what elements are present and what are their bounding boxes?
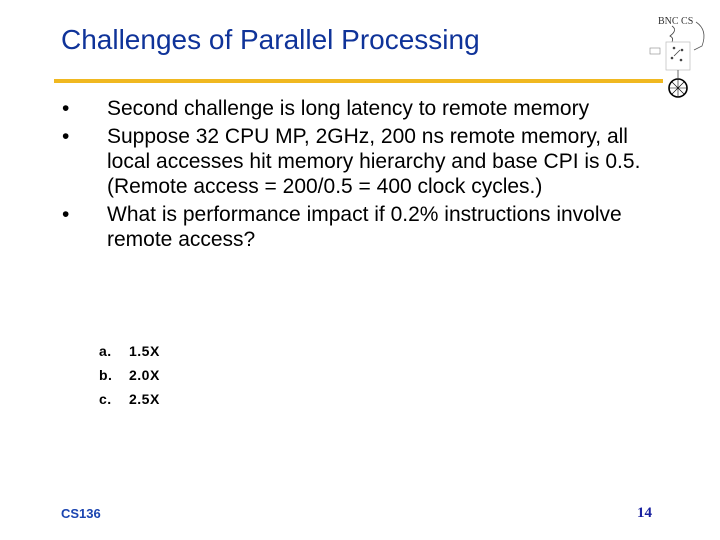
bullet-item: • Second challenge is long latency to re… xyxy=(60,96,680,121)
bullet-marker: • xyxy=(62,125,70,148)
option-letter: b. xyxy=(99,367,113,383)
bullet-text: What is performance impact if 0.2% instr… xyxy=(107,203,622,251)
option-text: 2.5X xyxy=(129,391,160,407)
title-divider xyxy=(54,79,663,83)
option-text: 1.5X xyxy=(129,343,160,359)
option-text: 2.0X xyxy=(129,367,160,383)
option-letter: c. xyxy=(99,391,112,407)
answer-option: a. 1.5X xyxy=(99,339,160,363)
slide-title: Challenges of Parallel Processing xyxy=(61,24,480,55)
answer-option: b. 2.0X xyxy=(99,363,160,387)
option-letter: a. xyxy=(99,343,112,359)
answer-option: c. 2.5X xyxy=(99,387,160,411)
bullet-text: Suppose 32 CPU MP, 2GHz, 200 ns remote m… xyxy=(107,125,641,198)
answer-options: a. 1.5X b. 2.0X c. 2.5X xyxy=(99,339,160,411)
bullet-text: Second challenge is long latency to remo… xyxy=(107,97,590,120)
logo-text: BNC CS xyxy=(658,16,693,27)
bullet-list: • Second challenge is long latency to re… xyxy=(60,96,680,255)
bnc-cs-logo-icon: BNC CS xyxy=(649,16,705,98)
bullet-marker: • xyxy=(62,203,70,226)
course-label: CS136 xyxy=(61,506,101,521)
bullet-item: • What is performance impact if 0.2% ins… xyxy=(60,202,680,252)
page-number: 14 xyxy=(637,505,652,521)
bullet-marker: • xyxy=(62,97,70,120)
bullet-item: • Suppose 32 CPU MP, 2GHz, 200 ns remote… xyxy=(60,124,680,199)
